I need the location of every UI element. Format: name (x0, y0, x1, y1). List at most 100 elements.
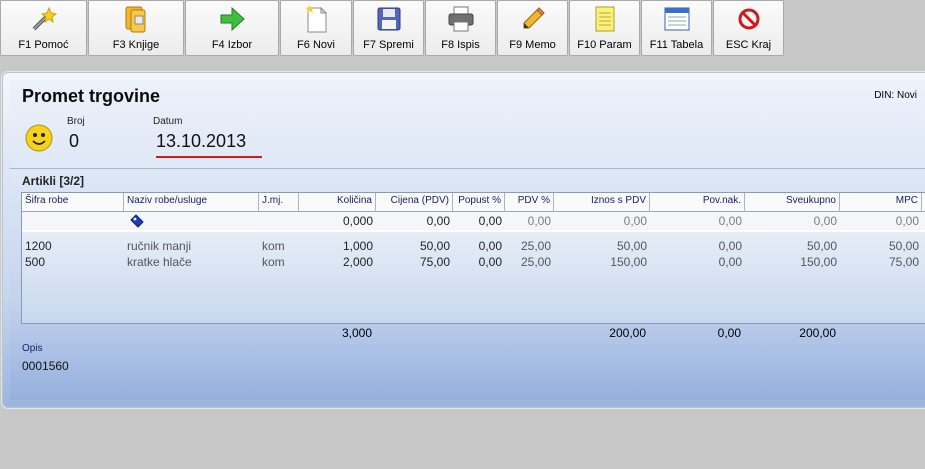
page-title: Promet trgovine (22, 86, 161, 106)
f7-save-button[interactable]: F7 Spremi (353, 0, 424, 56)
f11-table-button[interactable]: F11 Tabela (641, 0, 712, 56)
col-mpc[interactable]: MPC (840, 193, 922, 211)
col-cijena[interactable]: Cijena (PDV) (376, 193, 453, 211)
row-naziv: ručnik manji (127, 239, 192, 253)
f10-params-button[interactable]: F10 Param (569, 0, 640, 56)
document-form: Promet trgovine DIN: Novi Broj 0 Datum 1… (10, 80, 925, 400)
f7-save-label: F7 Spremi (363, 39, 414, 51)
totals-spacer (21, 326, 298, 341)
entry-sveukupno: 0,00 (813, 214, 837, 228)
row-iznos: 50,00 (616, 239, 647, 253)
f3-books-button[interactable]: F3 Knjige (88, 0, 184, 56)
total-sveukupno: 200,00 (799, 326, 836, 340)
entry-povnak: 0,00 (718, 214, 742, 228)
entry-row[interactable]: 0,000 0,00 0,00 0,00 0,00 0,00 0,00 0,00 (22, 212, 925, 232)
col-sifra[interactable]: Šifra robe (22, 193, 124, 211)
entry-popust[interactable]: 0,00 (453, 212, 505, 230)
row-jmj: kom (262, 255, 285, 269)
row-naziv: kratke hlače (127, 255, 192, 269)
f4-select-button[interactable]: F4 Izbor (185, 0, 279, 56)
f8-print-button[interactable]: F8 Ispis (425, 0, 496, 56)
entry-mpc: 0,00 (895, 214, 919, 228)
row-povnak: 0,00 (718, 239, 742, 253)
new-document-icon (301, 4, 331, 34)
col-iznos[interactable]: Iznos s PDV (554, 193, 650, 211)
f1-help-button[interactable]: F1 Pomoć (0, 0, 87, 56)
row-cijena: 75,00 (419, 255, 450, 269)
f9-memo-button[interactable]: F9 Memo (497, 0, 568, 56)
row-popust: 0,00 (478, 255, 502, 269)
entry-naziv-cell[interactable] (124, 212, 259, 230)
notepad-icon (590, 4, 620, 34)
f1-help-label: F1 Pomoć (18, 39, 69, 51)
esc-exit-label: ESC Kraj (725, 39, 772, 51)
table-row[interactable]: 1200 ručnik manji kom 1,000 50,00 0,00 2… (22, 239, 925, 254)
green-arrow-icon (217, 4, 247, 34)
currency-status: DIN: Novi (874, 90, 917, 101)
row-sveukupno: 150,00 (800, 255, 837, 269)
col-popust[interactable]: Popust % (453, 193, 505, 211)
row-mpc: 75,00 (888, 255, 919, 269)
f8-print-label: F8 Ispis (441, 39, 480, 51)
stop-icon (734, 4, 764, 34)
col-jmj[interactable]: J.mj. (259, 193, 299, 211)
entry-cijena[interactable]: 0,00 (376, 212, 453, 230)
col-pdv[interactable]: PDV % (505, 193, 554, 211)
entry-iznos: 0,00 (623, 214, 647, 228)
row-pdv: 25,00 (520, 239, 551, 253)
entry-sifra-cell[interactable] (22, 212, 124, 230)
totals-spacer (375, 326, 553, 341)
f4-select-label: F4 Izbor (211, 39, 253, 51)
table-window-icon (662, 4, 692, 34)
blue-tag-icon[interactable] (130, 214, 144, 230)
date-underline (156, 156, 262, 158)
f9-memo-label: F9 Memo (509, 39, 556, 51)
row-pdv: 25,00 (520, 255, 551, 269)
opis-label: Opis (22, 343, 43, 354)
row-kolicina: 1,000 (342, 239, 373, 253)
esc-exit-button[interactable]: ESC Kraj (713, 0, 784, 56)
pencil-icon (518, 4, 548, 34)
col-kolicina[interactable]: Količina (299, 193, 376, 211)
f3-books-label: F3 Knjige (112, 39, 160, 51)
table-row[interactable]: 500 kratke hlače kom 2,000 75,00 0,00 25… (22, 255, 925, 270)
f11-table-label: F11 Tabela (649, 39, 704, 51)
col-povnak[interactable]: Pov.nak. (650, 193, 745, 211)
datum-field[interactable]: 13.10.2013 (156, 131, 246, 152)
articles-grid[interactable]: Šifra robe Naziv robe/usluge J.mj. Količ… (21, 192, 925, 324)
printer-icon (446, 4, 476, 34)
row-popust: 0,00 (478, 239, 502, 253)
books-icon (121, 4, 151, 34)
total-iznos: 200,00 (609, 326, 646, 340)
row-cijena: 50,00 (419, 239, 450, 253)
grid-header: Šifra robe Naziv robe/usluge J.mj. Količ… (22, 193, 925, 212)
smiley-icon (25, 124, 53, 155)
totals-row: 3,000 200,00 0,00 200,00 (21, 326, 925, 341)
row-sveukupno: 50,00 (806, 239, 837, 253)
f6-new-label: F6 Novi (297, 39, 335, 51)
articles-section-label: Artikli [3/2] (22, 174, 85, 188)
row-iznos: 150,00 (610, 255, 647, 269)
col-sveukupno[interactable]: Sveukupno (745, 193, 840, 211)
total-kolicina: 3,000 (341, 326, 372, 340)
broj-field[interactable]: 0 (69, 131, 79, 152)
row-sifra: 500 (25, 255, 46, 269)
row-povnak: 0,00 (718, 255, 742, 269)
row-mpc: 50,00 (888, 239, 919, 253)
f6-new-button[interactable]: F6 Novi (280, 0, 352, 56)
row-jmj: kom (262, 239, 285, 253)
toolbar: F1 Pomoć F3 Knjige F4 Izbor F6 Novi F7 S… (0, 0, 785, 58)
entry-pdv: 0,00 (527, 214, 551, 228)
total-povnak: 0,00 (717, 326, 741, 340)
col-naziv[interactable]: Naziv robe/usluge (124, 193, 259, 211)
broj-label: Broj (67, 116, 85, 127)
wand-icon (29, 4, 59, 34)
entry-kolicina[interactable]: 0,000 (299, 212, 376, 230)
row-kolicina: 2,000 (342, 255, 373, 269)
document-panel: Promet trgovine DIN: Novi Broj 0 Datum 1… (2, 72, 925, 408)
row-sifra: 1200 (25, 239, 52, 253)
entry-jmj-cell[interactable] (259, 212, 299, 230)
divider (10, 168, 925, 169)
f10-params-label: F10 Param (577, 39, 632, 51)
opis-field[interactable]: 0001560 (22, 359, 69, 373)
